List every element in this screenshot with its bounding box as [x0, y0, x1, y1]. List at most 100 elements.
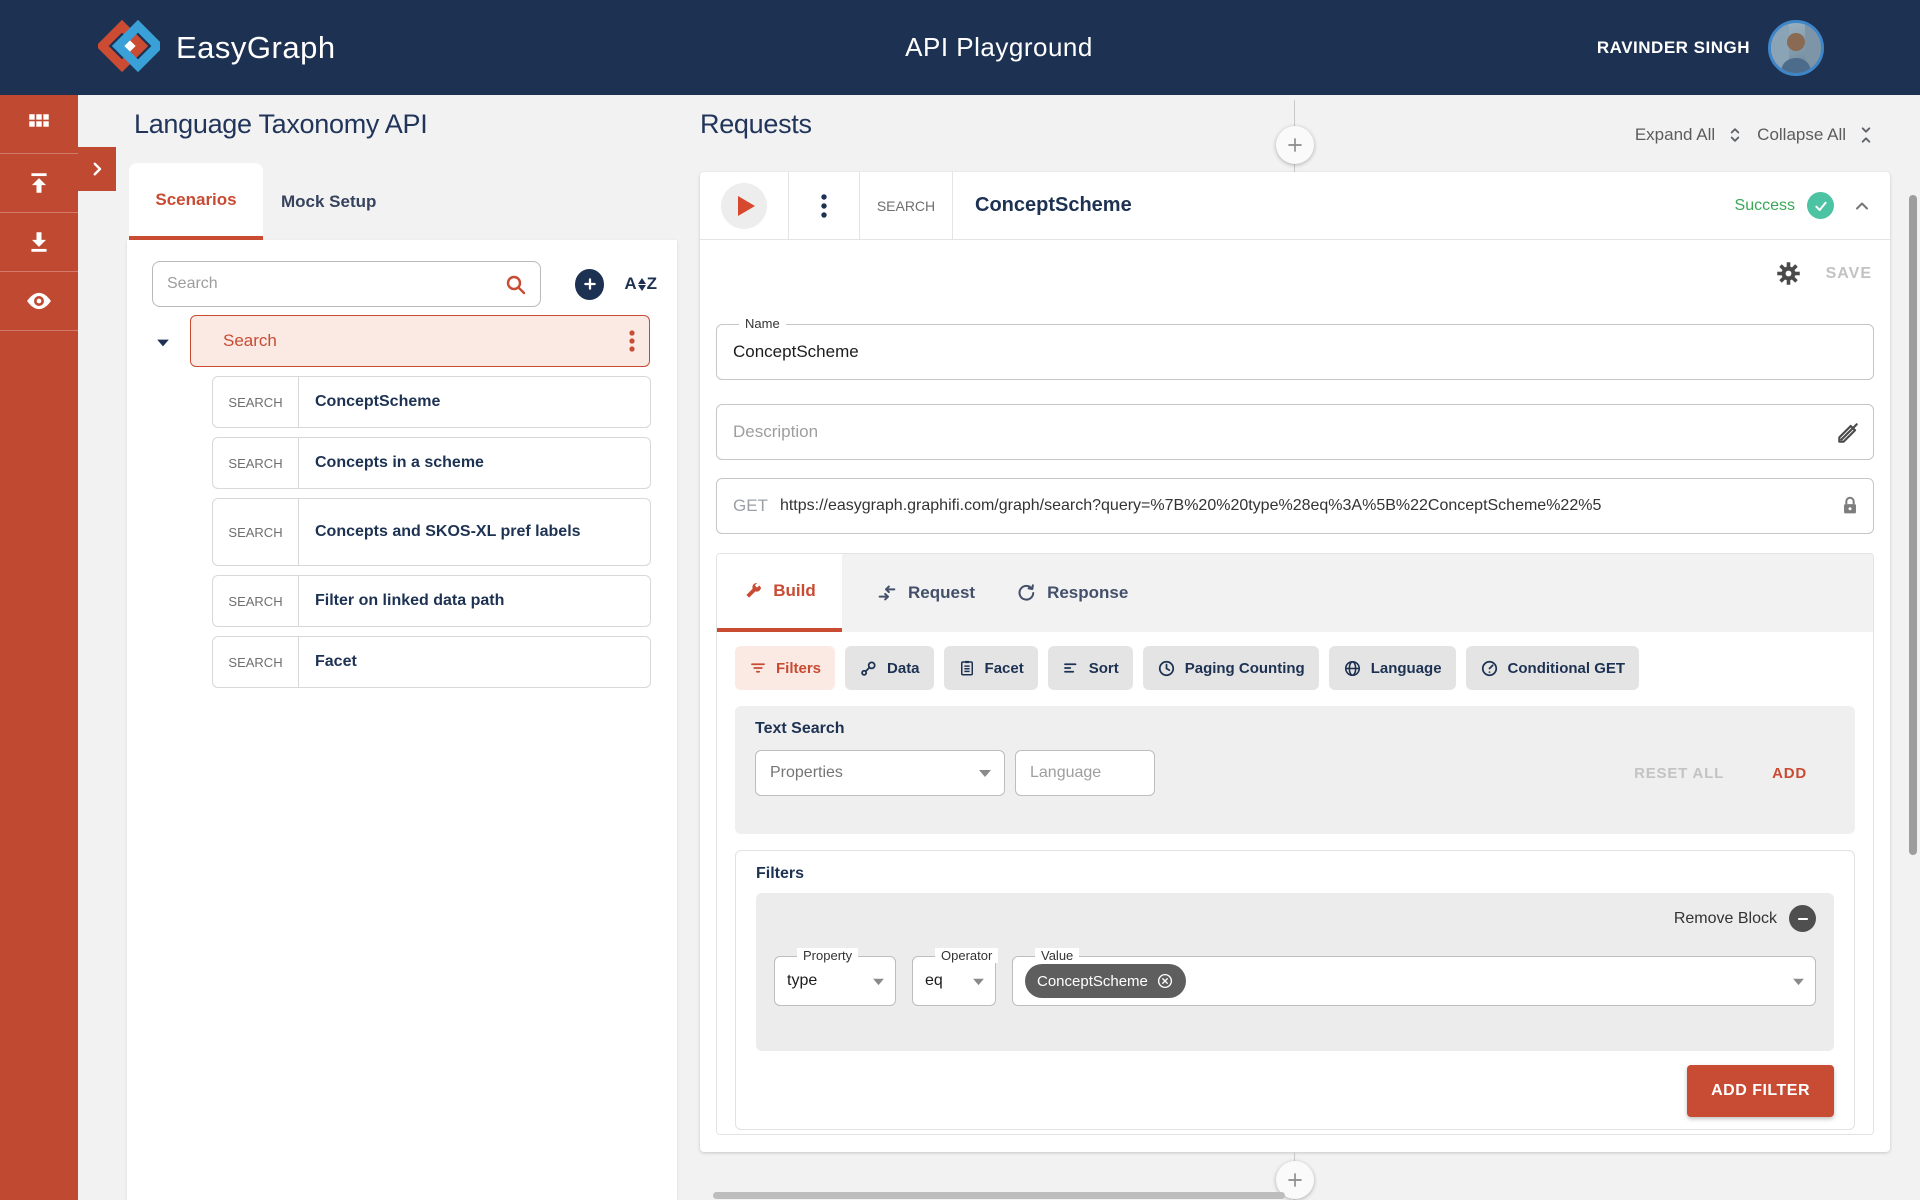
scenario-item[interactable]: SEARCH ConceptScheme [212, 376, 651, 428]
scenario-item[interactable]: SEARCH Filter on linked data path [212, 575, 651, 627]
tree-group-search[interactable]: Search [190, 315, 650, 367]
filter-block: Remove Block Property type [756, 893, 1834, 1051]
gauge-icon [1480, 659, 1499, 678]
properties-select[interactable]: Properties [755, 750, 1005, 796]
lock-icon [1839, 495, 1873, 517]
expand-sidebar-chevron[interactable] [78, 147, 116, 191]
sort-az-icon[interactable]: A Z [624, 274, 657, 294]
description-field [716, 404, 1874, 460]
chip-sort[interactable]: Sort [1048, 646, 1133, 690]
property-select[interactable]: Property type [774, 956, 896, 1006]
vertical-scrollbar[interactable] [1909, 195, 1917, 855]
icon-rail [0, 95, 78, 1200]
tab-request[interactable]: Request [876, 554, 975, 632]
scenario-item[interactable]: SEARCH Facet [212, 636, 651, 688]
scenario-item[interactable]: SEARCH Concepts and SKOS-XL pref labels [212, 498, 651, 566]
description-input[interactable] [733, 405, 1750, 459]
apps-grid-icon[interactable] [0, 95, 78, 154]
upload-icon[interactable] [0, 154, 78, 213]
clipboard-icon [958, 659, 976, 677]
scenario-list: SEARCH ConceptScheme SEARCH Concepts in … [212, 376, 651, 688]
user-name: RAVINDER SINGH [1597, 38, 1750, 58]
unfold-more-icon [1725, 125, 1745, 145]
tab-response[interactable]: Response [1015, 554, 1128, 632]
request-card-header: SEARCH ConceptScheme Success [700, 172, 1890, 240]
globe-icon [1343, 659, 1362, 678]
save-button[interactable]: SAVE [1826, 265, 1872, 283]
builder-chip-row: Filters Data [735, 646, 1855, 690]
language-input[interactable] [1015, 750, 1155, 796]
filters-title: Filters [756, 865, 1834, 883]
search-icon[interactable] [504, 273, 528, 297]
wrench-icon [743, 581, 763, 601]
add-request-above-button[interactable] [1276, 126, 1314, 164]
brand[interactable]: EasyGraph [98, 0, 336, 95]
page-title: API Playground [905, 0, 1093, 95]
remove-block-button[interactable] [1789, 905, 1816, 932]
value-select[interactable]: Value ConceptScheme [1012, 956, 1816, 1006]
chip-facet[interactable]: Facet [944, 646, 1038, 690]
builder-section: Build Request [716, 553, 1874, 1135]
clock-icon [1157, 659, 1176, 678]
chip-language[interactable]: Language [1329, 646, 1456, 690]
chevron-down-icon [872, 977, 885, 986]
refresh-icon [1015, 582, 1037, 604]
edit-pen-icon[interactable] [1835, 420, 1861, 446]
name-input[interactable] [733, 325, 1773, 379]
chip-paging-counting[interactable]: Paging Counting [1143, 646, 1319, 690]
user-menu[interactable]: RAVINDER SINGH [1597, 0, 1824, 95]
request-card: SEARCH ConceptScheme Success [700, 172, 1890, 1152]
collapse-all-button[interactable]: Collapse All [1757, 125, 1876, 145]
success-check-icon [1807, 192, 1834, 219]
add-filter-button[interactable]: ADD FILTER [1687, 1065, 1834, 1117]
builder-content: Filters Data [717, 632, 1873, 1135]
tab-build[interactable]: Build [717, 554, 842, 632]
remove-value-icon[interactable] [1156, 972, 1174, 990]
unfold-less-icon [1856, 125, 1876, 145]
requests-title: Requests [700, 109, 812, 140]
request-method: SEARCH [860, 172, 953, 239]
scenario-search-input[interactable] [167, 262, 507, 306]
text-search-title: Text Search [755, 720, 1835, 738]
reset-all-button[interactable]: RESET ALL [1634, 765, 1724, 782]
tree-collapse-caret[interactable] [153, 333, 173, 353]
chip-filters[interactable]: Filters [735, 646, 835, 690]
request-arrows-icon [876, 582, 898, 604]
chip-conditional-get[interactable]: Conditional GET [1466, 646, 1640, 690]
brand-name: EasyGraph [176, 30, 336, 66]
settings-gear-icon[interactable] [1775, 260, 1802, 287]
scenarios-card: A Z Search SEARCH ConceptScheme [127, 240, 677, 1200]
easygraph-logo-icon [98, 20, 160, 76]
url-field[interactable]: GET https://easygraph.graphifi.com/graph… [716, 478, 1874, 534]
request-name: ConceptScheme [953, 172, 1132, 239]
avatar[interactable] [1768, 20, 1824, 76]
url-method: GET [717, 496, 780, 516]
scenario-item[interactable]: SEARCH Concepts in a scheme [212, 437, 651, 489]
expand-all-button[interactable]: Expand All [1635, 125, 1745, 145]
requests-area: Requests Expand All Collapse All [677, 95, 1920, 1200]
play-icon [738, 196, 755, 216]
sort-lines-icon [1062, 659, 1080, 677]
eye-icon[interactable] [0, 272, 78, 331]
remove-block-label: Remove Block [1674, 910, 1777, 928]
add-scenario-button[interactable] [575, 269, 605, 300]
name-field: Name [716, 324, 1874, 380]
collapse-card-chevron[interactable] [1852, 196, 1872, 216]
tab-scenarios[interactable]: Scenarios [129, 163, 263, 240]
tab-mock-setup[interactable]: Mock Setup [281, 163, 376, 240]
horizontal-scrollbar[interactable] [713, 1192, 1285, 1199]
request-kebab-icon[interactable] [789, 172, 860, 239]
kebab-menu-icon[interactable] [629, 329, 635, 353]
filter-icon [749, 659, 767, 677]
download-icon[interactable] [0, 213, 78, 272]
run-request-button[interactable] [721, 183, 767, 229]
scenarios-panel: Language Taxonomy API Scenarios Mock Set… [78, 95, 677, 1200]
data-nodes-icon [859, 659, 878, 678]
chip-data[interactable]: Data [845, 646, 934, 690]
operator-select[interactable]: Operator eq [912, 956, 996, 1006]
chevron-down-icon [972, 977, 985, 986]
status-badge: Success [1735, 197, 1795, 215]
add-text-search-button[interactable]: ADD [1772, 765, 1807, 782]
filters-panel: Filters Remove Block P [735, 850, 1855, 1130]
builder-tabs: Build Request [717, 554, 1873, 632]
